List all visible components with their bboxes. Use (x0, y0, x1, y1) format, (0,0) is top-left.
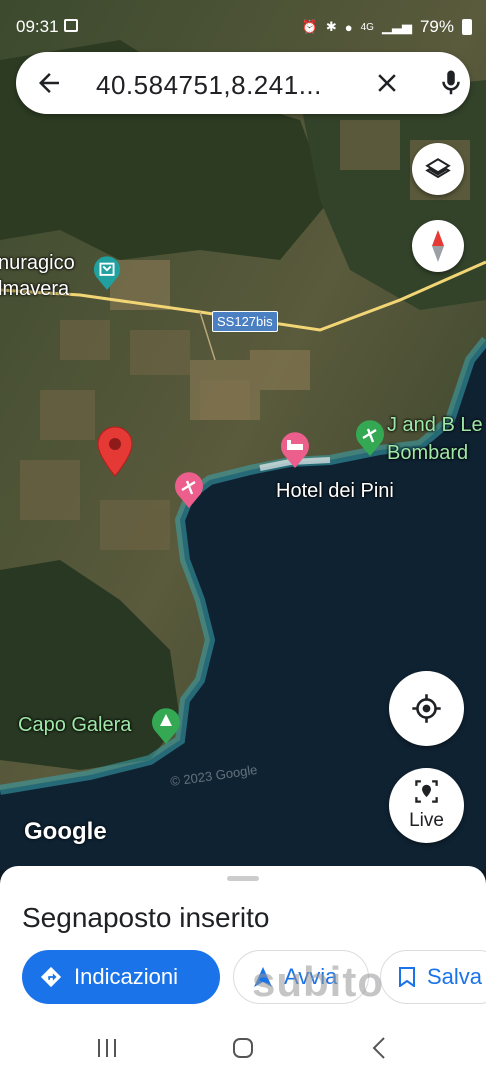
location-icon: ● (344, 19, 353, 35)
live-label: Live (409, 810, 444, 831)
recent-apps-icon[interactable] (96, 1037, 118, 1059)
directions-icon (40, 966, 62, 988)
back-nav-icon[interactable] (370, 1036, 388, 1060)
museum-pin-icon[interactable] (92, 254, 122, 292)
back-arrow-icon[interactable] (34, 68, 64, 98)
my-location-button[interactable] (389, 671, 464, 746)
poi-label-line2[interactable]: Bombard (387, 442, 468, 465)
network-type: 4G (360, 21, 374, 33)
layers-icon (425, 158, 451, 179)
save-button[interactable]: Salva (380, 950, 486, 1004)
compass-icon (432, 230, 444, 262)
bookmark-icon (399, 967, 415, 987)
beach-pin-icon[interactable] (173, 470, 205, 510)
home-icon[interactable] (231, 1036, 255, 1060)
park-pin-icon[interactable] (150, 706, 182, 746)
beach-pin-icon[interactable] (354, 418, 386, 458)
live-view-button[interactable]: Live (389, 768, 464, 843)
crosshair-icon (412, 694, 441, 723)
place-title: Segnaposto inserito (22, 902, 270, 933)
gallery-icon (64, 19, 78, 32)
system-nav-bar (0, 1015, 486, 1080)
directions-button[interactable]: Indicazioni (22, 950, 220, 1004)
bluetooth-icon: ✱ (325, 19, 337, 34)
battery-icon (462, 19, 472, 35)
museum-label-line2: lmavera (0, 278, 70, 300)
drag-handle[interactable] (227, 876, 259, 881)
layers-button[interactable] (412, 143, 464, 195)
watermark-logo: subito (252, 958, 384, 1005)
dropped-pin-icon[interactable] (94, 426, 136, 478)
search-query[interactable]: 40.584751,8.241... (96, 70, 322, 101)
save-label: Salva (427, 964, 483, 989)
hotel-label[interactable]: Hotel dei Pini (276, 480, 394, 503)
status-bar: 09:31 ⏰ ✱ ● 4G ▁▃▅ 79% (0, 0, 486, 54)
battery-percent: 79% (419, 17, 454, 36)
live-view-icon (415, 780, 438, 803)
hotel-pin-icon[interactable] (279, 430, 311, 470)
google-logo: Google (24, 818, 107, 845)
poi-label[interactable]: J and B Le (387, 414, 483, 437)
status-time: 09:31 (16, 17, 59, 36)
close-icon[interactable] (372, 68, 402, 98)
search-bar[interactable]: 40.584751,8.241... (16, 52, 470, 114)
compass-button[interactable] (412, 220, 464, 272)
museum-label: nuragico (0, 252, 75, 274)
directions-label: Indicazioni (74, 964, 178, 989)
alarm-icon: ⏰ (301, 19, 318, 34)
signal-icon: ▁▃▅ (381, 19, 412, 34)
mic-icon[interactable] (436, 67, 466, 99)
capo-galera-label[interactable]: Capo Galera (18, 714, 131, 737)
road-shield: SS127bis (212, 311, 278, 332)
